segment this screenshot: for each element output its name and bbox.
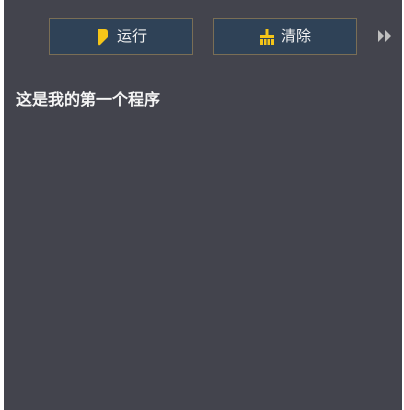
run-button-label: 运行: [116, 27, 147, 45]
broom-icon: [259, 28, 275, 46]
console-output-line: 这是我的第一个程序: [16, 90, 161, 109]
play-icon: [95, 28, 111, 46]
expand-button[interactable]: [376, 29, 394, 45]
clear-button[interactable]: 清除: [213, 18, 357, 55]
double-chevron-right-icon: [377, 28, 393, 47]
clear-button-label: 清除: [280, 27, 311, 45]
console-panel: 运行 清除 这是我的第一个程序: [4, 0, 402, 410]
run-button[interactable]: 运行: [49, 18, 193, 55]
